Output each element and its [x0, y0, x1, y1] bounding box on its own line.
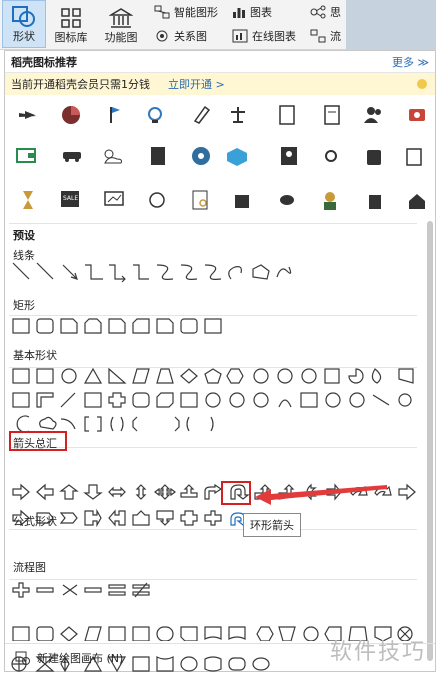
hourglass-icon: [23, 191, 33, 209]
iconlib-icon: [60, 7, 82, 29]
section-basic-shapes: 基本形状: [13, 347, 57, 363]
more-link[interactable]: 更多 ≫: [392, 54, 429, 70]
ribbon-toolbar: 形状 图标库 功能图 智能图形 图表 思 关系图 在线图表 流: [0, 0, 436, 50]
svg-text:SALE: SALE: [63, 195, 78, 202]
promo-text: 当前开通稻壳会员只需1分钱: [11, 76, 150, 92]
divider: [9, 529, 417, 530]
canvas-icon: [15, 651, 31, 665]
plane-icon: [19, 111, 37, 119]
hexagon-badge-icon: [227, 148, 247, 166]
iconlib-label: 图标库: [55, 29, 88, 45]
camera-icon: [409, 109, 425, 121]
shape-button[interactable]: 形状: [2, 0, 46, 48]
basic-shapes-row1: [13, 369, 413, 383]
onlinechart-button[interactable]: 在线图表: [232, 28, 296, 44]
chart-label: 图表: [250, 4, 272, 20]
lines-row: [13, 263, 291, 282]
users-icon: [364, 107, 381, 123]
house-icon: [409, 194, 425, 209]
ring-arrow-highlight[interactable]: [221, 481, 251, 505]
bulb-icon: [149, 108, 161, 123]
car-icon: [63, 152, 81, 162]
icon-row-1: SALE: [5, 97, 435, 217]
ribbon-divider: [346, 0, 436, 50]
extra2-button[interactable]: 流: [310, 28, 341, 44]
weather-icon: [105, 150, 122, 163]
section-formula: 公式形状: [13, 513, 57, 529]
basic-shapes-row2: [13, 393, 411, 407]
section-lines: 线条: [13, 247, 35, 263]
document-icon: [325, 106, 339, 124]
new-canvas-label: 新建绘图画布 (N): [37, 650, 123, 666]
divider: [9, 315, 417, 316]
scale-icon: [231, 107, 245, 123]
promo-bar: 当前开通稻壳会员只需1分钱 立即开通 >: [5, 73, 435, 95]
mindmap-label: 关系图: [174, 28, 207, 44]
presentation-icon: [105, 192, 123, 205]
section-flowchart: 流程图: [13, 559, 46, 575]
ring-arrow-tooltip: 环形箭头: [243, 513, 301, 537]
note-edit-icon: [407, 149, 421, 165]
book-icon: [280, 106, 294, 124]
panel-title: 稻壳图标推荐: [11, 54, 77, 70]
basic-shapes-row3: [17, 416, 213, 432]
crab-icon: [280, 195, 294, 205]
relation-icon: [154, 29, 170, 43]
chart-icon: [232, 5, 246, 19]
flower-icon: [150, 193, 164, 207]
cup-icon: [369, 195, 381, 209]
flow-icon: [310, 29, 326, 43]
promo-link[interactable]: 立即开通 >: [168, 76, 225, 92]
flag-icon: [110, 107, 120, 123]
divider: [9, 367, 417, 368]
funcchart-button[interactable]: 功能图: [96, 0, 146, 48]
extra1-label: 思: [330, 4, 341, 20]
arrows-title-highlight: [9, 431, 67, 451]
section-rectangles: 矩形: [13, 297, 35, 313]
pie-icon: [62, 106, 80, 124]
divider: [9, 447, 417, 448]
gear-icon: [326, 151, 336, 161]
shapes-area: [5, 241, 425, 641]
bank-icon: [109, 7, 133, 29]
divider: [9, 223, 417, 224]
sale-sign-icon: SALE: [61, 191, 79, 207]
onlinechart-label: 在线图表: [252, 28, 296, 44]
contact-card-icon: [281, 147, 297, 165]
extra1-button[interactable]: 思: [310, 4, 341, 20]
promo-close-icon[interactable]: [417, 79, 427, 89]
pencil-icon: [195, 107, 209, 123]
chart-button[interactable]: 图表: [232, 4, 272, 20]
shape-icon: [10, 4, 38, 28]
disc-icon: [192, 147, 210, 165]
mindmap-button[interactable]: 关系图: [154, 28, 207, 44]
red-pointer-arrow: [251, 479, 391, 505]
icon-recommend-header: 稻壳图标推荐 更多 ≫: [5, 51, 435, 73]
watermark: 软件技巧: [330, 634, 426, 666]
wallet-icon: [17, 149, 35, 162]
divider: [9, 579, 417, 580]
extra2-label: 流: [330, 28, 341, 44]
scrollbar[interactable]: [427, 221, 433, 661]
shape-label: 形状: [13, 28, 35, 44]
smartart-label: 智能图形: [174, 4, 218, 20]
bag-icon: [367, 150, 381, 165]
search-doc-icon: [193, 191, 207, 209]
online-chart-icon: [232, 29, 248, 43]
rectangles-row: [13, 319, 221, 333]
smartart-icon: [154, 5, 170, 19]
cake-icon: [235, 195, 249, 208]
shape-gallery-panel: 稻壳图标推荐 更多 ≫ 当前开通稻壳会员只需1分钱 立即开通 >: [4, 50, 436, 672]
soldier-icon: [324, 192, 336, 210]
mindmap-icon: [310, 5, 326, 19]
iconlib-button[interactable]: 图标库: [50, 0, 92, 48]
formula-row: [13, 583, 149, 597]
smartart-button[interactable]: 智能图形: [154, 4, 218, 20]
building-icon: [151, 147, 165, 165]
funcchart-label: 功能图: [105, 29, 138, 45]
